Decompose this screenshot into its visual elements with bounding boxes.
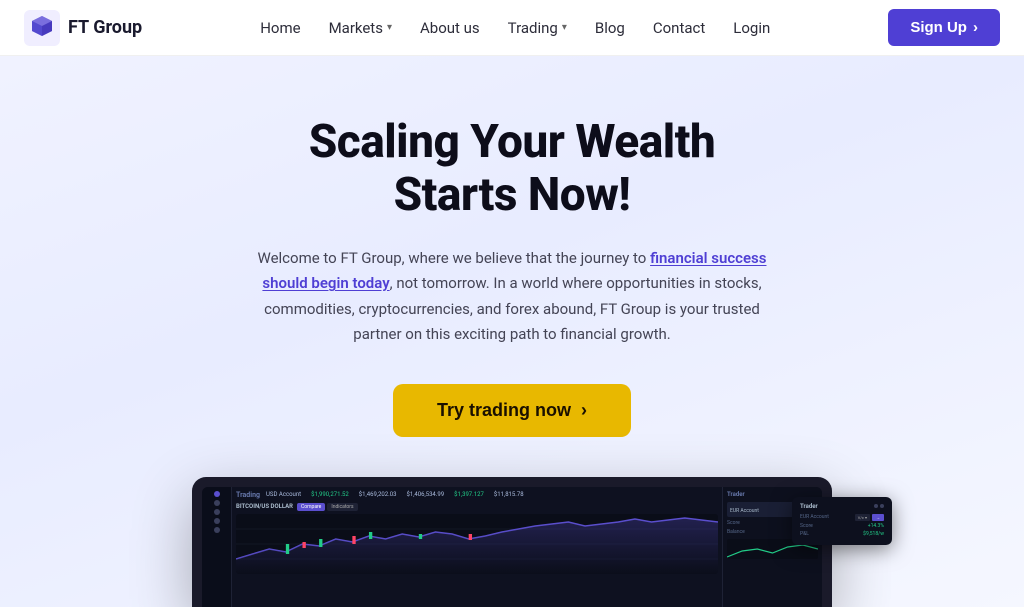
fp-pnl-lbl: P&L [800,531,809,537]
cta-button[interactable]: Try trading now › [393,384,631,437]
eur-label: EUR Account [730,508,759,514]
nav-item-login[interactable]: Login [733,19,770,37]
nav-item-about[interactable]: About us [420,19,480,37]
fp-controls [874,504,884,508]
logo[interactable]: FT Group [24,10,142,46]
trading-dropdown-icon: ▾ [562,22,567,33]
balance-value: $1,990,271.52 [311,491,349,498]
fp-dot-2 [880,504,884,508]
balance-key: Balance [727,529,745,535]
hero-title: Scaling Your Wealth Starts Now! [252,116,772,222]
fp-header: Trader [800,503,884,510]
margin-value: $1,397.127 [454,491,484,498]
nav-menu: Home Markets ▾ About us Trading ▾ Blog C… [260,19,770,37]
nav-item-blog[interactable]: Blog [595,19,625,37]
laptop-screen: Trading USD Account $1,990,271.52 $1,469… [202,487,822,607]
cta-chevron-icon: › [581,400,587,421]
navbar: FT Group Home Markets ▾ About us Trading… [0,0,1024,56]
tab-indicators: Indicators [327,503,357,511]
fp-pnl-val: $9,518/w [863,531,884,537]
hero-subtitle: Welcome to FT Group, where we believe th… [252,246,772,348]
fp-select-1: V/c ▾ [855,514,870,521]
trading-header-label: Trading [236,491,260,499]
markets-dropdown-icon: ▾ [387,22,392,33]
equity-value: $1,406,534.99 [406,491,444,498]
trading-preview: Trading USD Account $1,990,271.52 $1,469… [192,477,832,607]
pair-label: BITCOIN/US DOLLAR [236,503,293,510]
bonus-value: $11,815.78 [494,491,524,498]
symbol-row: BITCOIN/US DOLLAR Compare Indicators [236,503,718,511]
fp-score-val: +14.3% [868,523,884,529]
hero-content: Scaling Your Wealth Starts Now! Welcome … [252,116,772,477]
fp-score-lbl: Score [800,523,813,529]
laptop-frame: Trading USD Account $1,990,271.52 $1,469… [192,477,832,607]
fp-button-go: → [872,514,884,521]
sidebar-icon-1 [214,491,220,497]
available-value: $1,469,202.03 [359,491,397,498]
fp-eur-label: EUR Account [800,514,829,521]
nav-item-contact[interactable]: Contact [653,19,705,37]
sidebar-icon-3 [214,509,220,515]
floating-side-panel: Trader EUR Account V/c ▾ → Score +14.3% … [792,497,892,545]
nav-item-trading[interactable]: Trading ▾ [508,19,567,37]
trading-ui: Trading USD Account $1,990,271.52 $1,469… [202,487,822,607]
fp-selects: V/c ▾ → [855,514,884,521]
chart-area [236,514,718,574]
chart-svg [236,514,718,574]
trading-header-bar: Trading USD Account $1,990,271.52 $1,469… [236,491,718,499]
hero-section: Scaling Your Wealth Starts Now! Welcome … [0,56,1024,607]
logo-text: FT Group [68,17,142,38]
nav-item-home[interactable]: Home [260,19,300,37]
sidebar-icon-2 [214,500,220,506]
fp-row-score: Score +14.3% [800,523,884,529]
nav-item-markets[interactable]: Markets ▾ [329,19,392,37]
fp-row-eur: EUR Account V/c ▾ → [800,514,884,521]
signup-button[interactable]: Sign Up › [888,9,1000,46]
logo-icon [24,10,60,46]
signup-chevron-icon: › [973,19,978,36]
tab-buttons: Compare Indicators [297,503,358,511]
fp-row-pnl: P&L $9,518/w [800,531,884,537]
fp-dot-1 [874,504,878,508]
score-key: Score [727,520,740,526]
tab-compare: Compare [297,503,325,511]
trading-values-bar: USD Account $1,990,271.52 $1,469,202.03 … [266,491,524,498]
account-label: USD Account [266,491,301,498]
trading-sidebar [202,487,232,607]
sidebar-icon-5 [214,527,220,533]
trading-main-area: Trading USD Account $1,990,271.52 $1,469… [232,487,722,607]
sidebar-icon-4 [214,518,220,524]
fp-title: Trader [800,503,818,510]
